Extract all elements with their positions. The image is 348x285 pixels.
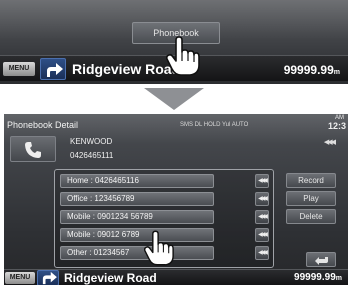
delete-button[interactable]: Delete — [286, 209, 336, 224]
street-name: Ridgeview Road — [72, 61, 181, 77]
distance-unit: m — [335, 275, 342, 282]
dial-arrow-icon: ◀◀◀ — [323, 139, 336, 146]
phone-handset-icon — [25, 142, 41, 158]
top-screen: Phonebook MENU Ridgeview Road 99999.99m — [0, 0, 348, 84]
dial-mobile-1-button[interactable]: ◀◀◀ — [255, 210, 269, 224]
number-row-other[interactable]: Other : 01234567 — [60, 246, 214, 260]
menu-button[interactable]: MENU — [3, 62, 35, 76]
menu-button[interactable]: MENU — [5, 272, 35, 284]
clock: 12:3 — [327, 121, 346, 131]
turn-right-arrow-icon — [40, 58, 66, 80]
dial-office-button[interactable]: ◀◀◀ — [255, 192, 269, 206]
dial-other-button[interactable]: ◀◀◀ — [255, 246, 269, 260]
page-title: Phonebook Detail — [7, 120, 79, 130]
pointing-hand-icon — [166, 36, 200, 76]
phonebook-detail-screen: Phonebook Detail SMS DL HOLD Yul AUTO AM… — [4, 114, 348, 285]
distance-readout: 99999.99m — [284, 62, 340, 81]
dial-home-button[interactable]: ◀◀◀ — [255, 174, 269, 188]
back-button[interactable] — [306, 252, 336, 267]
number-row-office[interactable]: Office : 123456789 — [60, 192, 214, 206]
distance-readout: 99999.99m — [294, 272, 342, 285]
number-row-mobile-1[interactable]: Mobile : 0901234 56789 — [60, 210, 214, 224]
record-button[interactable]: Record — [286, 173, 336, 188]
turn-right-arrow-icon — [37, 270, 59, 285]
dial-mobile-2-button[interactable]: ◀◀◀ — [255, 228, 269, 242]
play-button[interactable]: Play — [286, 191, 336, 206]
distance-unit: m — [333, 69, 340, 76]
status-indicators: SMS DL HOLD Yul AUTO — [180, 122, 249, 128]
distance-value: 99999.99 — [294, 272, 336, 283]
pointing-hand-icon — [144, 230, 174, 266]
street-name: Ridgeview Road — [64, 271, 157, 285]
contact-number: 0426465111 — [70, 151, 114, 160]
status-row: Phonebook Detail SMS DL HOLD Yul AUTO AM… — [4, 114, 348, 132]
contact-name: KENWOOD — [70, 137, 113, 146]
down-triangle-icon — [144, 88, 204, 110]
distance-value: 99999.99 — [283, 63, 334, 77]
call-button[interactable] — [10, 136, 56, 162]
back-arrow-icon — [315, 257, 328, 265]
number-row-mobile-2[interactable]: Mobile : 09012 6789 — [60, 228, 214, 242]
navigation-bar: MENU Ridgeview Road 99999.99m — [4, 269, 348, 285]
number-row-home[interactable]: Home : 0426465116 — [60, 174, 214, 188]
